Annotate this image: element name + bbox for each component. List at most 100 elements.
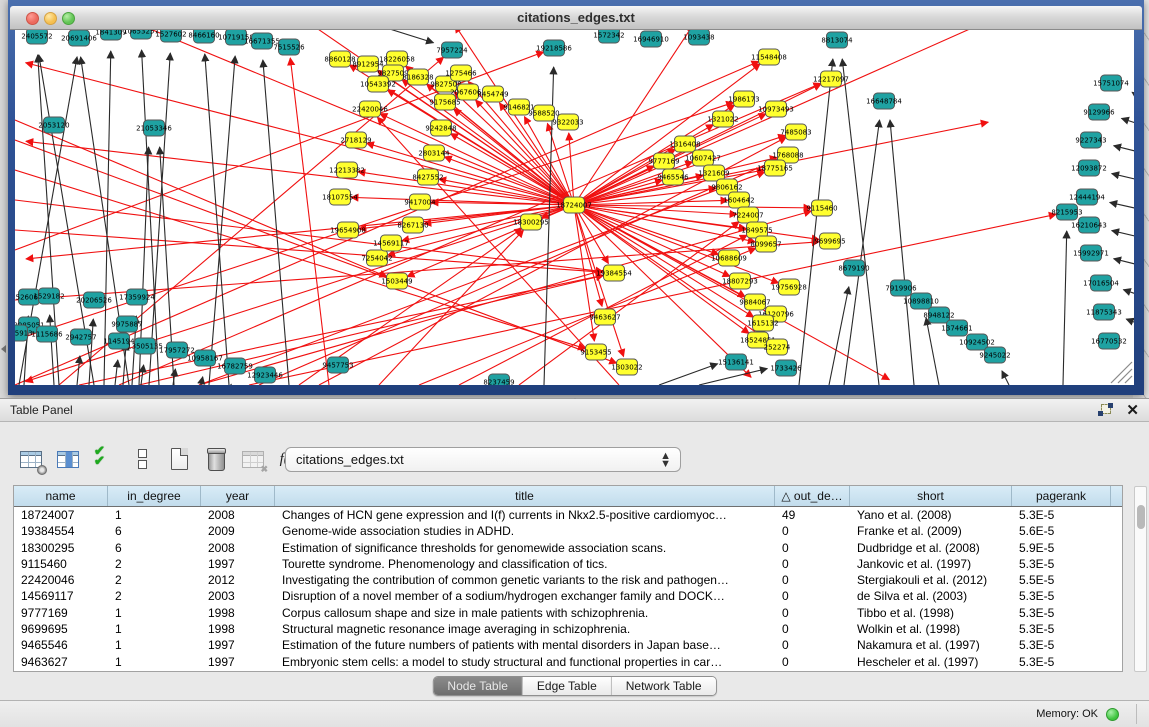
graph-node[interactable]: 8860128 <box>324 51 355 67</box>
float-panel-icon[interactable] <box>1098 403 1113 418</box>
graph-node[interactable]: 15751074 <box>1093 75 1129 91</box>
table-row[interactable]: 2242004622012Investigating the contribut… <box>14 572 1122 588</box>
graph-edge[interactable] <box>799 59 833 385</box>
graph-node[interactable]: 10653257 <box>123 30 159 39</box>
graph-edge[interactable] <box>419 248 756 385</box>
graph-edge[interactable] <box>205 54 229 385</box>
graph-edge[interactable] <box>890 120 914 385</box>
graph-node[interactable]: 8427552 <box>412 169 443 185</box>
graph-edge[interactable] <box>574 205 889 380</box>
table-row[interactable]: 911546021997Tourette syndrome. Phenomeno… <box>14 556 1122 572</box>
graph-edge[interactable] <box>1114 259 1134 265</box>
tab-edge-table[interactable]: Edge Table <box>523 677 612 695</box>
new-table-icon[interactable] <box>166 446 192 472</box>
graph-node[interactable]: 1093438 <box>683 30 714 45</box>
graph-edge[interactable] <box>1112 174 1134 180</box>
graph-node[interactable]: 9115460 <box>806 200 837 216</box>
graph-edge[interactable] <box>115 360 118 385</box>
graph-node[interactable]: 16210643 <box>1071 217 1107 233</box>
graph-node[interactable]: 21053346 <box>136 120 172 136</box>
graph-node[interactable]: 9417004 <box>404 194 436 210</box>
table-row[interactable]: 1456911722003Disruption of a novel membe… <box>14 588 1122 604</box>
graph-edge[interactable] <box>699 369 767 385</box>
graph-node[interactable]: 19654908 <box>330 222 366 238</box>
graph-edge[interactable] <box>290 58 329 385</box>
graph-node[interactable]: 15136141 <box>718 354 754 370</box>
graph-node[interactable]: 9227343 <box>1075 132 1106 148</box>
graph-node[interactable]: 1572342 <box>593 30 624 43</box>
graph-edge[interactable] <box>1126 319 1134 324</box>
close-panel-icon[interactable]: ✕ <box>1126 401 1139 419</box>
graph-edge[interactable] <box>15 102 734 340</box>
graph-node[interactable]: 20206526 <box>76 292 112 308</box>
graph-edge[interactable] <box>77 356 80 385</box>
graph-edge[interactable] <box>263 60 289 385</box>
graph-edge[interactable] <box>1114 146 1134 152</box>
graph-node[interactable]: 252274 <box>764 339 791 355</box>
graph-node[interactable]: 15992971 <box>1073 245 1109 261</box>
table-row[interactable]: 946362711997Embryonic stem cells: a mode… <box>14 654 1122 670</box>
graph-node[interactable]: 8466160 <box>188 30 219 43</box>
graph-edge[interactable] <box>139 276 603 385</box>
graph-node[interactable]: 1527602 <box>155 30 186 42</box>
graph-node[interactable]: 16770532 <box>1091 333 1127 349</box>
network-view-canvas[interactable]: 1872400788601288912954182260589827509105… <box>15 30 1134 385</box>
graph-node[interactable]: 9463627 <box>589 309 620 325</box>
network-table-select[interactable]: citations_edges.txt ▲▼ <box>285 447 681 472</box>
graph-node[interactable]: 16946910 <box>633 31 669 47</box>
graph-node[interactable]: 1303022 <box>611 359 642 375</box>
graph-node[interactable]: 12093872 <box>1071 160 1107 176</box>
graph-node[interactable]: 7957224 <box>436 42 468 58</box>
graph-node[interactable]: 14569117 <box>373 235 409 251</box>
column-header-6[interactable]: pagerank <box>1012 486 1111 506</box>
graph-node[interactable]: 19218586 <box>536 40 572 56</box>
window-resize-grip[interactable] <box>1111 362 1132 383</box>
graph-node[interactable]: 1986173 <box>728 91 759 107</box>
graph-node[interactable]: 1841309 <box>95 30 126 40</box>
graph-node[interactable]: 1733426 <box>770 360 802 376</box>
graph-node[interactable]: 8237459 <box>483 374 514 385</box>
table-mode-icon[interactable] <box>18 446 44 472</box>
table-row[interactable]: 1830029562008Estimation of significance … <box>14 540 1122 556</box>
graph-node[interactable]: 16648784 <box>866 93 902 109</box>
delete-trash-icon[interactable] <box>203 446 229 472</box>
column-header-5[interactable]: short <box>850 486 1012 506</box>
graph-node[interactable]: 8813074 <box>821 32 853 48</box>
graph-node[interactable]: 7254042 <box>361 250 392 266</box>
column-header-4[interactable]: △ out_de… <box>775 486 850 506</box>
graph-node[interactable]: 9242848 <box>425 120 456 136</box>
graph-edge[interactable] <box>367 143 574 205</box>
graph-node[interactable]: 18107554 <box>322 189 358 205</box>
tab-network-table[interactable]: Network Table <box>612 677 716 695</box>
graph-node[interactable]: 9699695 <box>814 233 845 249</box>
graph-edge[interactable] <box>1002 371 1009 385</box>
graph-node[interactable]: 8215953 <box>1051 204 1082 220</box>
graph-edge[interactable] <box>329 30 434 43</box>
table-row[interactable]: 977716911998Corpus callosum shape and si… <box>14 605 1122 621</box>
graph-edge[interactable] <box>926 318 939 385</box>
graph-node[interactable]: 19756928 <box>771 279 807 295</box>
graph-node[interactable]: 20691406 <box>61 30 97 46</box>
graph-node[interactable]: 17359924 <box>119 289 155 305</box>
graph-edge[interactable] <box>1132 92 1134 97</box>
table-row[interactable]: 1872400712008Changes of HCN gene express… <box>14 507 1122 523</box>
graph-node[interactable]: 7224007 <box>732 207 763 223</box>
table-row[interactable]: 946554611997Estimation of the future num… <box>14 637 1122 653</box>
graph-node[interactable]: 9153455 <box>580 344 611 360</box>
table-row[interactable]: 969969511998Structural magnetic resonanc… <box>14 621 1122 637</box>
graph-edge[interactable] <box>50 315 54 385</box>
graph-node[interactable]: 12213382 <box>329 162 365 178</box>
graph-node[interactable]: 2803144 <box>418 145 450 161</box>
show-columns-icon[interactable] <box>55 446 81 472</box>
graph-edge[interactable] <box>1110 202 1134 209</box>
graph-edge[interactable] <box>1063 231 1067 385</box>
panel-collapse-arrow-icon[interactable] <box>1 345 6 353</box>
graph-edge[interactable] <box>659 364 718 385</box>
network-window-titlebar[interactable]: citations_edges.txt <box>10 6 1142 30</box>
graph-node[interactable]: 11875343 <box>1086 304 1122 320</box>
graph-edge[interactable] <box>1123 290 1134 295</box>
graph-node[interactable]: 1321022 <box>707 111 738 127</box>
select-checks-icon[interactable]: ✔✔ <box>92 446 118 472</box>
table-scrollbar[interactable] <box>1134 486 1147 672</box>
graph-node[interactable]: 17016504 <box>1083 275 1119 291</box>
